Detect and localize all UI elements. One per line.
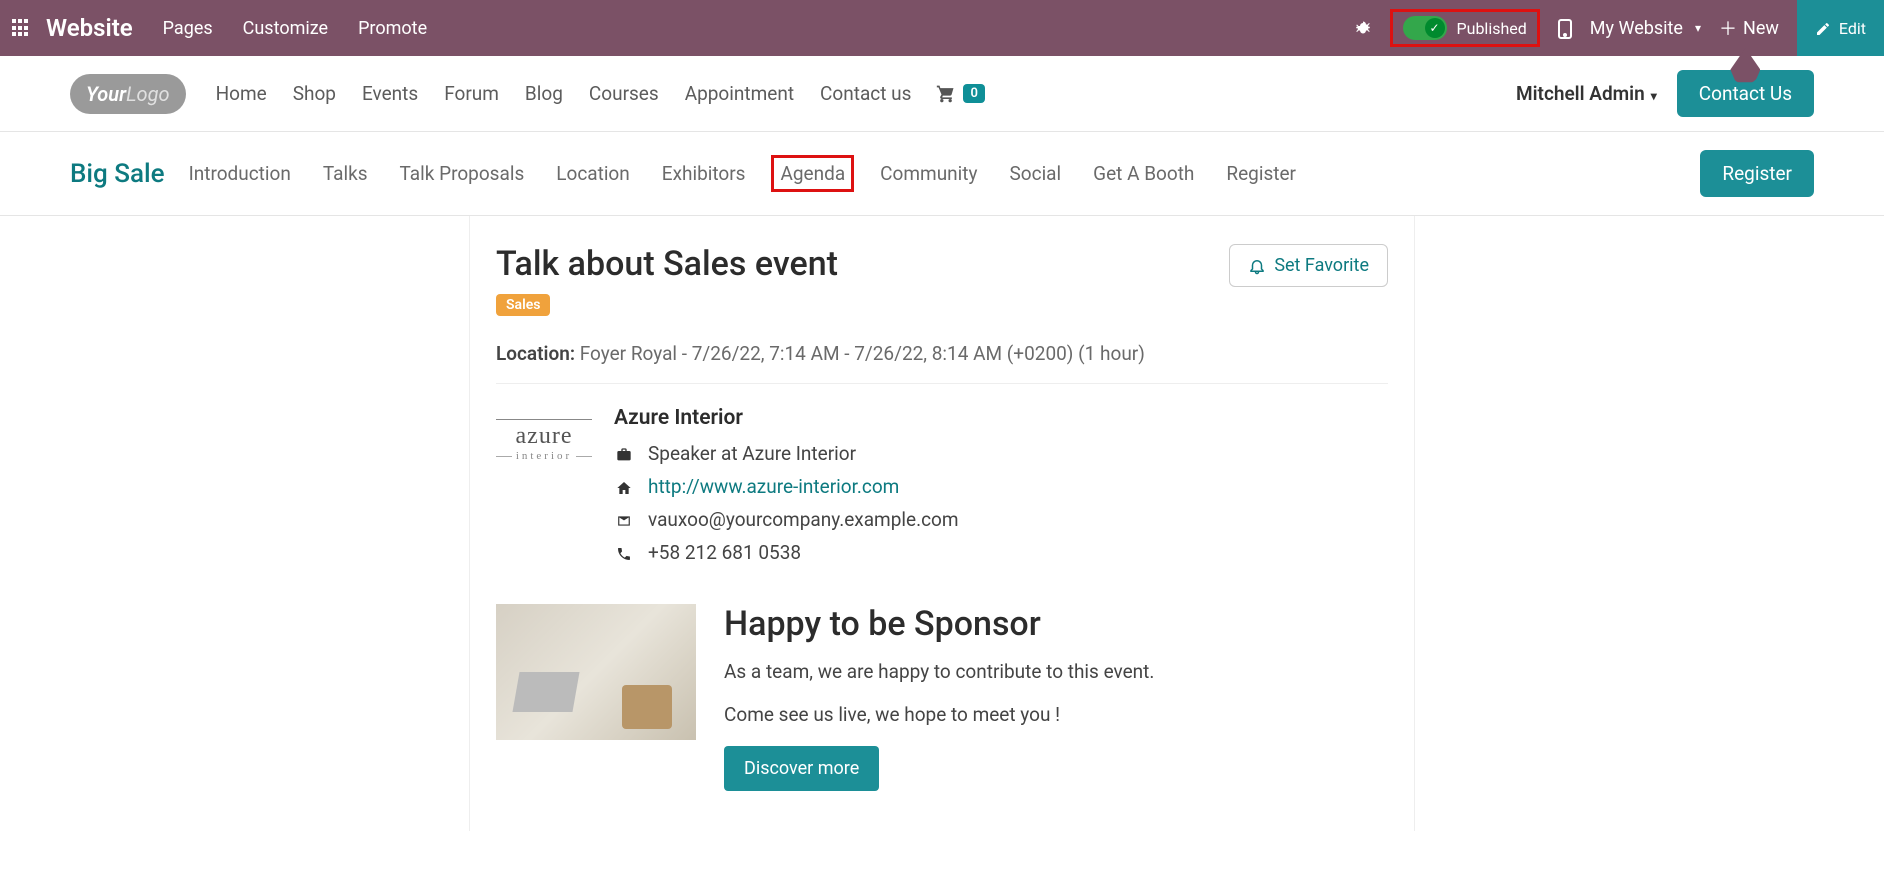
tab-talks[interactable]: Talks bbox=[317, 158, 374, 189]
site-header: YourLogo Home Shop Events Forum Blog Cou… bbox=[0, 56, 1884, 132]
nav-courses[interactable]: Courses bbox=[589, 82, 659, 105]
envelope-icon bbox=[614, 508, 634, 531]
nav-appointment[interactable]: Appointment bbox=[685, 82, 794, 105]
apps-icon[interactable] bbox=[12, 19, 30, 37]
nav-contact[interactable]: Contact us bbox=[820, 82, 911, 105]
speaker-phone: +58 212 681 0538 bbox=[648, 541, 801, 564]
tab-introduction[interactable]: Introduction bbox=[183, 158, 297, 189]
bell-icon bbox=[1248, 255, 1266, 276]
sponsor-text: Happy to be Sponsor As a team, we are ha… bbox=[724, 604, 1388, 791]
event-subnav: Big Sale Introduction Talks Talk Proposa… bbox=[0, 132, 1884, 216]
published-toggle-box: ✓ Published bbox=[1390, 9, 1540, 47]
talk-tag: Sales bbox=[496, 294, 550, 316]
cart-count-badge: 0 bbox=[963, 84, 984, 103]
cart-button[interactable]: 0 bbox=[935, 83, 984, 104]
edit-label: Edit bbox=[1839, 19, 1866, 38]
set-favorite-label: Set Favorite bbox=[1274, 255, 1369, 276]
site-header-right: Mitchell Admin Contact Us bbox=[1516, 70, 1814, 117]
tab-talk-proposals[interactable]: Talk Proposals bbox=[394, 158, 531, 189]
set-favorite-button[interactable]: Set Favorite bbox=[1229, 244, 1388, 287]
bug-icon[interactable] bbox=[1354, 18, 1372, 39]
speaker-company: Azure Interior bbox=[614, 406, 1388, 430]
talk-title: Talk about Sales event bbox=[496, 244, 838, 284]
menu-customize[interactable]: Customize bbox=[243, 18, 328, 39]
location-value: Foyer Royal - 7/26/22, 7:14 AM - 7/26/22… bbox=[580, 342, 1145, 365]
nav-events[interactable]: Events bbox=[362, 82, 418, 105]
briefcase-icon bbox=[614, 442, 634, 465]
speaker-phone-line: +58 212 681 0538 bbox=[614, 541, 1388, 564]
sponsor-line2: Come see us live, we hope to meet you ! bbox=[724, 703, 1388, 726]
tab-get-a-booth[interactable]: Get A Booth bbox=[1087, 158, 1200, 189]
edit-button[interactable]: Edit bbox=[1797, 0, 1884, 56]
menu-pages[interactable]: Pages bbox=[163, 18, 213, 39]
plus-icon: ＋ bbox=[1719, 15, 1737, 41]
tab-social[interactable]: Social bbox=[1004, 158, 1068, 189]
tab-agenda[interactable]: Agenda bbox=[771, 155, 854, 192]
speaker-role: Speaker at Azure Interior bbox=[648, 442, 856, 465]
logo-your: Your bbox=[86, 82, 126, 106]
new-label: New bbox=[1743, 18, 1779, 39]
talk-content: Talk about Sales event Sales Set Favorit… bbox=[469, 216, 1415, 831]
topbar-right: ✓ Published My Website ＋ New Edit bbox=[1354, 0, 1872, 56]
user-menu[interactable]: Mitchell Admin bbox=[1516, 82, 1657, 105]
speaker-logo-sub: interior bbox=[496, 450, 592, 462]
sponsor-title: Happy to be Sponsor bbox=[724, 604, 1388, 644]
pencil-icon bbox=[1815, 19, 1831, 38]
register-button[interactable]: Register bbox=[1700, 150, 1814, 197]
menu-promote[interactable]: Promote bbox=[358, 18, 427, 39]
tab-community[interactable]: Community bbox=[874, 158, 983, 189]
logo-logo: Logo bbox=[126, 82, 169, 106]
new-button[interactable]: ＋ New bbox=[1719, 15, 1779, 41]
published-label: Published bbox=[1457, 19, 1527, 38]
event-title[interactable]: Big Sale bbox=[70, 159, 165, 189]
sponsor-line1: As a team, we are happy to contribute to… bbox=[724, 660, 1388, 683]
home-icon bbox=[614, 475, 634, 498]
nav-shop[interactable]: Shop bbox=[293, 82, 336, 105]
contact-us-label: Contact Us bbox=[1699, 82, 1792, 105]
topbar-menu: Pages Customize Promote bbox=[163, 18, 427, 39]
phone-icon bbox=[614, 541, 634, 564]
location-label: Location: bbox=[496, 342, 575, 365]
speaker-logo: azure interior bbox=[496, 406, 592, 574]
location-row: Location: Foyer Royal - 7/26/22, 7:14 AM… bbox=[496, 342, 1388, 384]
speaker-section: azure interior Azure Interior Speaker at… bbox=[496, 406, 1388, 574]
nav-forum[interactable]: Forum bbox=[444, 82, 499, 105]
sponsor-section: Happy to be Sponsor As a team, we are ha… bbox=[496, 604, 1388, 791]
nav-home[interactable]: Home bbox=[216, 82, 267, 105]
event-tabs: Introduction Talks Talk Proposals Locati… bbox=[183, 155, 1302, 192]
sponsor-image bbox=[496, 604, 696, 740]
contact-us-button[interactable]: Contact Us bbox=[1677, 70, 1814, 117]
publish-toggle[interactable]: ✓ bbox=[1403, 16, 1447, 40]
speaker-role-line: Speaker at Azure Interior bbox=[614, 442, 1388, 465]
speaker-email: vauxoo@yourcompany.example.com bbox=[648, 508, 959, 531]
speaker-website-line: http://www.azure-interior.com bbox=[614, 475, 1388, 498]
tab-register[interactable]: Register bbox=[1220, 158, 1302, 189]
speaker-website-link[interactable]: http://www.azure-interior.com bbox=[648, 475, 899, 498]
cart-icon bbox=[935, 83, 957, 104]
site-nav: Home Shop Events Forum Blog Courses Appo… bbox=[216, 82, 912, 105]
discover-more-button[interactable]: Discover more bbox=[724, 746, 879, 791]
tab-location[interactable]: Location bbox=[550, 158, 636, 189]
mobile-preview-icon[interactable] bbox=[1558, 17, 1572, 38]
talk-header: Talk about Sales event Sales Set Favorit… bbox=[496, 244, 1388, 316]
app-brand[interactable]: Website bbox=[46, 14, 133, 42]
content-wrap: Talk about Sales event Sales Set Favorit… bbox=[0, 216, 1884, 831]
admin-topbar: Website Pages Customize Promote ✓ Publis… bbox=[0, 0, 1884, 56]
my-website-dropdown[interactable]: My Website bbox=[1590, 18, 1701, 39]
speaker-logo-name: azure bbox=[496, 423, 592, 450]
speaker-email-line: vauxoo@yourcompany.example.com bbox=[614, 508, 1388, 531]
tab-exhibitors[interactable]: Exhibitors bbox=[656, 158, 752, 189]
speaker-info: Azure Interior Speaker at Azure Interior… bbox=[614, 406, 1388, 574]
check-icon: ✓ bbox=[1425, 18, 1445, 38]
site-logo[interactable]: YourLogo bbox=[70, 74, 186, 114]
nav-blog[interactable]: Blog bbox=[525, 82, 563, 105]
